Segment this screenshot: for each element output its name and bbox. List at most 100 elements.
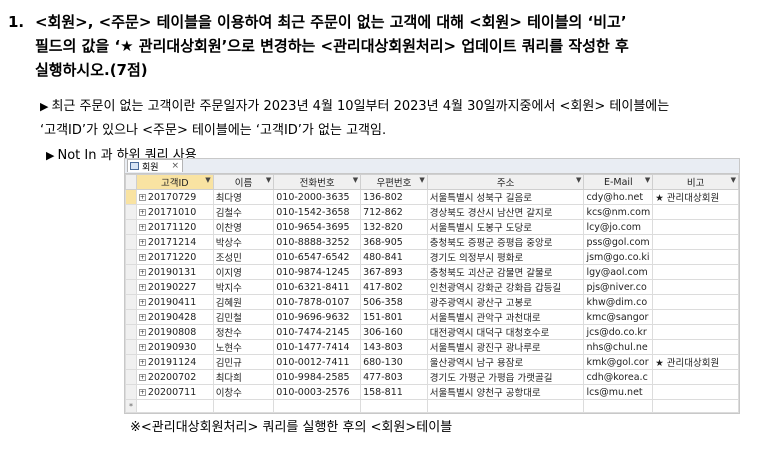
expand-icon[interactable]: + bbox=[138, 223, 146, 231]
table-cell[interactable]: 김민철 bbox=[212, 309, 275, 325]
tab-members[interactable]: 회원 × bbox=[127, 159, 183, 173]
table-row[interactable]: +20200711 이창수 010-0003-2576 158-811 서울특별시 양천… bbox=[125, 384, 739, 400]
expand-icon[interactable]: + bbox=[138, 253, 146, 261]
table-cell[interactable]: 서울특별시 양천구 공항대로 bbox=[426, 384, 585, 400]
table-cell[interactable]: ★ 관리대상회원 bbox=[652, 354, 739, 370]
table-cell[interactable]: cdh@korea.c bbox=[583, 369, 654, 385]
table-cell[interactable]: kmk@gol.cor bbox=[583, 354, 654, 370]
table-cell[interactable]: 노현수 bbox=[212, 339, 275, 355]
table-cell[interactable]: 368-905 bbox=[360, 234, 428, 250]
expand-icon[interactable]: + bbox=[138, 328, 146, 336]
table-cell[interactable]: 경상북도 경산시 남산면 갈지로 bbox=[426, 204, 585, 220]
table-cell[interactable]: nhs@chul.ne bbox=[583, 339, 654, 355]
chevron-down-icon[interactable]: ▼ bbox=[645, 176, 650, 184]
chevron-down-icon[interactable]: ▼ bbox=[419, 176, 424, 184]
table-cell[interactable]: 158-811 bbox=[360, 384, 428, 400]
table-cell[interactable]: 최다영 bbox=[212, 189, 275, 205]
table-cell[interactable]: +20190428 bbox=[135, 309, 214, 325]
table-cell[interactable]: +20190930 bbox=[135, 339, 214, 355]
expand-icon[interactable]: + bbox=[138, 313, 146, 321]
table-row[interactable]: +20171214 박상수 010-8888-3252 368-905 충청북도 증평군… bbox=[125, 234, 739, 250]
table-cell[interactable]: +20171120 bbox=[135, 219, 214, 235]
table-cell[interactable]: 박상수 bbox=[212, 234, 275, 250]
new-record-row[interactable]: * bbox=[125, 398, 739, 414]
select-all-corner[interactable] bbox=[125, 174, 137, 190]
table-cell[interactable]: +20200702 bbox=[135, 369, 214, 385]
table-cell[interactable]: 367-893 bbox=[360, 264, 428, 280]
row-selector[interactable] bbox=[125, 204, 137, 220]
table-cell[interactable] bbox=[652, 219, 739, 235]
table-cell[interactable]: pss@gol.com bbox=[583, 234, 654, 250]
table-cell[interactable]: 김혜원 bbox=[212, 294, 275, 310]
table-cell[interactable]: 충청북도 괴산군 감물면 갈물로 bbox=[426, 264, 585, 280]
table-cell[interactable] bbox=[360, 398, 428, 414]
table-row[interactable]: +20190227 박지수 010-6321-8411 417-802 인천광역시 강화… bbox=[125, 279, 739, 295]
table-cell[interactable]: lgy@aol.com bbox=[583, 264, 654, 280]
table-cell[interactable]: +20190808 bbox=[135, 324, 214, 340]
table-cell[interactable]: 306-160 bbox=[360, 324, 428, 340]
table-cell[interactable]: 151-801 bbox=[360, 309, 428, 325]
table-cell[interactable]: +20171220 bbox=[135, 249, 214, 265]
table-cell[interactable]: 132-820 bbox=[360, 219, 428, 235]
row-selector[interactable] bbox=[125, 369, 137, 385]
table-cell[interactable]: 서울특별시 광진구 광나루로 bbox=[426, 339, 585, 355]
row-selector[interactable] bbox=[125, 219, 137, 235]
table-cell[interactable]: 680-130 bbox=[360, 354, 428, 370]
expand-icon[interactable]: + bbox=[138, 193, 146, 201]
table-cell[interactable]: 박지수 bbox=[212, 279, 275, 295]
table-cell[interactable] bbox=[212, 398, 275, 414]
expand-icon[interactable]: + bbox=[138, 358, 146, 366]
table-cell[interactable]: 이창수 bbox=[212, 384, 275, 400]
table-cell[interactable]: 010-7878-0107 bbox=[273, 294, 362, 310]
chevron-down-icon[interactable]: ▼ bbox=[576, 176, 581, 184]
table-cell[interactable]: 대전광역시 대덕구 대청호수로 bbox=[426, 324, 585, 340]
table-cell[interactable]: +20190411 bbox=[135, 294, 214, 310]
table-cell[interactable]: 인천광역시 강화군 강화읍 갑등길 bbox=[426, 279, 585, 295]
chevron-down-icon[interactable]: ▼ bbox=[731, 176, 736, 184]
table-cell[interactable]: 010-8888-3252 bbox=[273, 234, 362, 250]
table-cell[interactable] bbox=[135, 398, 214, 414]
table-row[interactable]: +20171120 이찬영 010-9654-3695 132-820 서울특별시 도봉… bbox=[125, 219, 739, 235]
table-cell[interactable]: 010-1477-7414 bbox=[273, 339, 362, 355]
table-cell[interactable] bbox=[652, 398, 739, 414]
chevron-down-icon[interactable]: ▼ bbox=[205, 176, 210, 184]
table-cell[interactable]: lcs@mu.net bbox=[583, 384, 654, 400]
row-selector[interactable] bbox=[125, 189, 137, 205]
table-cell[interactable]: 010-9654-3695 bbox=[273, 219, 362, 235]
row-selector[interactable] bbox=[125, 354, 137, 370]
column-header-phone[interactable]: 전화번호 ▼ bbox=[273, 174, 362, 190]
table-cell[interactable]: cdy@ho.net bbox=[583, 189, 654, 205]
table-cell[interactable]: 010-6547-6542 bbox=[273, 249, 362, 265]
table-cell[interactable]: 이지영 bbox=[212, 264, 275, 280]
table-row[interactable]: +20190131 이지영 010-9874-1245 367-893 충청북도 괴산군… bbox=[125, 264, 739, 280]
table-cell[interactable] bbox=[652, 339, 739, 355]
column-header-name[interactable]: 이름 ▼ bbox=[212, 174, 275, 190]
table-cell[interactable]: +20171214 bbox=[135, 234, 214, 250]
row-selector[interactable] bbox=[125, 294, 137, 310]
column-header-customer-id[interactable]: 고객ID ▼ bbox=[135, 174, 214, 190]
table-row[interactable]: +20170729 최다영 010-2000-3635 136-802 서울특별시 성북… bbox=[125, 189, 739, 205]
table-cell[interactable] bbox=[426, 398, 585, 414]
chevron-down-icon[interactable]: ▼ bbox=[353, 176, 358, 184]
table-cell[interactable]: 경기도 의정부시 평화로 bbox=[426, 249, 585, 265]
table-cell[interactable]: 정찬수 bbox=[212, 324, 275, 340]
table-cell[interactable] bbox=[652, 249, 739, 265]
table-cell[interactable]: 480-841 bbox=[360, 249, 428, 265]
expand-icon[interactable]: + bbox=[138, 373, 146, 381]
table-cell[interactable]: 광주광역시 광산구 고봉로 bbox=[426, 294, 585, 310]
table-cell[interactable] bbox=[652, 369, 739, 385]
table-cell[interactable]: 서울특별시 성북구 길음로 bbox=[426, 189, 585, 205]
table-row[interactable]: +20191124 김민규 010-0012-7411 680-130 울산광역시 남구… bbox=[125, 354, 739, 370]
column-header-address[interactable]: 주소 ▼ bbox=[426, 174, 585, 190]
table-cell[interactable]: 010-9874-1245 bbox=[273, 264, 362, 280]
table-cell[interactable] bbox=[652, 264, 739, 280]
column-header-zipcode[interactable]: 우편번호 ▼ bbox=[360, 174, 428, 190]
table-cell[interactable]: 이찬영 bbox=[212, 219, 275, 235]
table-row[interactable]: +20171010 김철수 010-1542-3658 712-862 경상북도 경산시… bbox=[125, 204, 739, 220]
table-cell[interactable]: jcs@do.co.kr bbox=[583, 324, 654, 340]
table-cell[interactable]: 477-803 bbox=[360, 369, 428, 385]
table-cell[interactable]: 울산광역시 남구 용잠로 bbox=[426, 354, 585, 370]
column-header-email[interactable]: E-Mail ▼ bbox=[583, 174, 654, 190]
close-icon[interactable]: × bbox=[171, 161, 179, 171]
row-selector[interactable] bbox=[125, 264, 137, 280]
